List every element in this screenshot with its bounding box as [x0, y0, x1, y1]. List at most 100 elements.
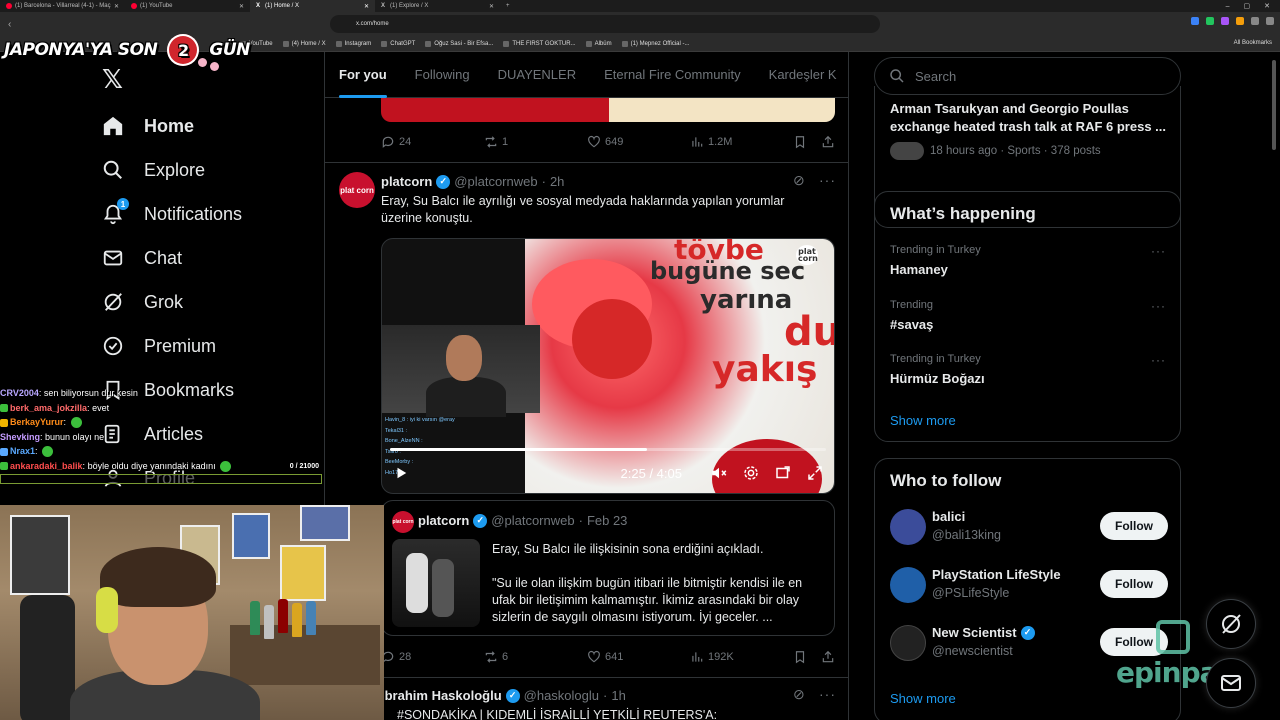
- minimize-icon[interactable]: –: [1226, 3, 1230, 10]
- more-options-icon[interactable]: ···: [819, 686, 836, 702]
- bookmark-item[interactable]: Albüm: [585, 40, 612, 47]
- like-button[interactable]: 649: [587, 135, 690, 149]
- trend-item[interactable]: Trending in Turkey Hürmüz Boğazı ···: [875, 347, 1180, 397]
- scrollbar[interactable]: [1272, 60, 1276, 150]
- trend-item[interactable]: Trending #savaş ···: [875, 293, 1180, 343]
- close-icon[interactable]: ✕: [239, 3, 244, 10]
- follow-button[interactable]: Follow: [1100, 512, 1168, 540]
- bottle: [292, 603, 302, 637]
- bookmark-item[interactable]: (4) Home / X: [282, 40, 326, 47]
- extension-icon[interactable]: [1236, 17, 1244, 25]
- close-icon[interactable]: ✕: [364, 3, 369, 10]
- browser-tab-active[interactable]: X (1) Home / X ✕: [250, 0, 375, 12]
- tab-for-you[interactable]: For you: [325, 52, 401, 98]
- repost-button[interactable]: 6: [484, 650, 587, 664]
- video-scrubber[interactable]: [390, 448, 826, 451]
- bookmark-item[interactable]: Oğuz Sasi - Bir Efsa...: [425, 40, 493, 47]
- account-handle: @newscientist: [932, 644, 1013, 658]
- tab-following[interactable]: Following: [401, 52, 484, 98]
- browser-tab[interactable]: X (1) Explore / X ✕: [375, 0, 500, 12]
- sidebar-item-premium[interactable]: Premium: [100, 328, 216, 364]
- author-name[interactable]: platcorn: [381, 174, 432, 189]
- tab-eternal-fire[interactable]: Eternal Fire Community: [590, 52, 755, 98]
- share-icon[interactable]: [821, 135, 835, 149]
- bookmark-icon[interactable]: [793, 135, 807, 149]
- flower-petal: [572, 299, 652, 379]
- card-title: What’s happening: [890, 204, 1036, 223]
- play-icon[interactable]: [392, 464, 410, 482]
- author-name[interactable]: İbrahim Haskoloğlu: [381, 688, 502, 703]
- close-icon[interactable]: ✕: [489, 3, 494, 10]
- sidebar-item-explore[interactable]: Explore: [100, 152, 205, 188]
- more-options-icon[interactable]: ···: [1151, 353, 1166, 367]
- extension-icon[interactable]: [1221, 17, 1229, 25]
- extension-icon[interactable]: [1251, 17, 1259, 25]
- views-button[interactable]: 192K: [690, 650, 793, 664]
- bookmark-item[interactable]: (1) Mepnez Official -...: [621, 40, 690, 47]
- tweet-text: #SONDAKİKA | KIDEMLİ İSRAİLLİ YETKİLİ RE…: [397, 708, 718, 720]
- reply-button[interactable]: 28: [381, 650, 484, 664]
- browser-tab[interactable]: (1) YouTube ✕: [125, 0, 250, 12]
- banner-number: 2: [167, 34, 200, 66]
- avatar[interactable]: plat corn: [339, 172, 375, 208]
- pip-icon[interactable]: [774, 464, 792, 482]
- verified-icon: ✓: [505, 688, 520, 703]
- quoted-tweet[interactable]: plat corn platcorn ✓ @platcornweb · Feb …: [381, 500, 835, 636]
- follow-suggestion[interactable]: balici @bali13king Follow: [890, 505, 1168, 551]
- show-more-link[interactable]: Show more: [890, 413, 956, 428]
- avatar: [890, 509, 926, 545]
- trend-item[interactable]: Trending in Turkey Hamaney ···: [875, 238, 1180, 288]
- grok-icon[interactable]: ⊘: [793, 172, 806, 189]
- tweet-actions: 28 6 641 192K: [381, 647, 835, 667]
- reply-count: 24: [399, 136, 412, 148]
- close-icon[interactable]: ✕: [114, 3, 119, 10]
- search-input[interactable]: Search: [874, 57, 1181, 95]
- like-button[interactable]: 641: [587, 650, 690, 664]
- show-more-link[interactable]: Show more: [890, 691, 956, 706]
- all-bookmarks[interactable]: All Bookmarks: [1234, 40, 1272, 46]
- volume-icon[interactable]: [710, 464, 728, 482]
- more-options-icon[interactable]: ···: [1151, 244, 1166, 258]
- more-options-icon[interactable]: ···: [1151, 299, 1166, 313]
- repost-button[interactable]: 1: [484, 135, 587, 149]
- sidebar-item-chat[interactable]: Chat: [100, 240, 182, 276]
- extension-icon[interactable]: [1206, 17, 1214, 25]
- bookmark-item[interactable]: THE FIRST GOKTUR...: [503, 40, 576, 47]
- sidebar-item-home[interactable]: Home: [100, 108, 194, 144]
- fullscreen-icon[interactable]: [806, 464, 824, 482]
- bookmark-item[interactable]: Instagram: [335, 40, 371, 47]
- sidebar-item-notifications[interactable]: 1 Notifications: [100, 196, 242, 232]
- author-handle[interactable]: @haskologlu: [524, 688, 599, 703]
- video-player[interactable]: tövbe bugüne sec yarına du yakış plat co…: [381, 238, 835, 494]
- bookmark-item[interactable]: ChatGPT: [381, 40, 415, 47]
- browser-tab[interactable]: (1) Barcelona - Villarreal (4-1) - Maç ✕: [0, 0, 125, 12]
- tab-kardesler[interactable]: Kardeşler K: [755, 52, 848, 98]
- previous-tweet-media[interactable]: [381, 98, 835, 122]
- new-tab-icon[interactable]: +: [500, 3, 516, 9]
- follow-suggestion[interactable]: PlayStation LifeStyle @PSLifeStyle Follo…: [890, 563, 1168, 609]
- share-icon[interactable]: [821, 650, 835, 664]
- more-options-icon[interactable]: ···: [819, 172, 836, 188]
- reply-button[interactable]: 24: [381, 135, 484, 149]
- grok-button[interactable]: [1206, 599, 1256, 649]
- bookmark-icon[interactable]: [793, 650, 807, 664]
- messages-button[interactable]: [1206, 658, 1256, 708]
- extension-icon[interactable]: [1191, 17, 1199, 25]
- url-bar[interactable]: x.com/home: [330, 15, 880, 33]
- menu-icon[interactable]: [1266, 17, 1274, 25]
- tweet-secondary-actions: [793, 135, 835, 149]
- maximize-icon[interactable]: ▢: [1244, 2, 1251, 10]
- tab-duayenler[interactable]: DUAYENLER: [484, 52, 591, 98]
- tweet-time[interactable]: 1h: [611, 688, 625, 703]
- reply-icon: [382, 136, 394, 148]
- bottle: [306, 601, 316, 635]
- sidebar-item-grok[interactable]: Grok: [100, 284, 183, 320]
- grok-icon[interactable]: ⊘: [793, 686, 806, 703]
- author-handle[interactable]: @platcornweb: [454, 174, 537, 189]
- close-window-icon[interactable]: ✕: [1264, 2, 1270, 10]
- settings-icon[interactable]: [742, 464, 760, 482]
- back-icon[interactable]: ‹: [8, 19, 11, 30]
- tweet-time[interactable]: 2h: [550, 174, 564, 189]
- follow-button[interactable]: Follow: [1100, 570, 1168, 598]
- views-button[interactable]: 1.2M: [690, 135, 793, 149]
